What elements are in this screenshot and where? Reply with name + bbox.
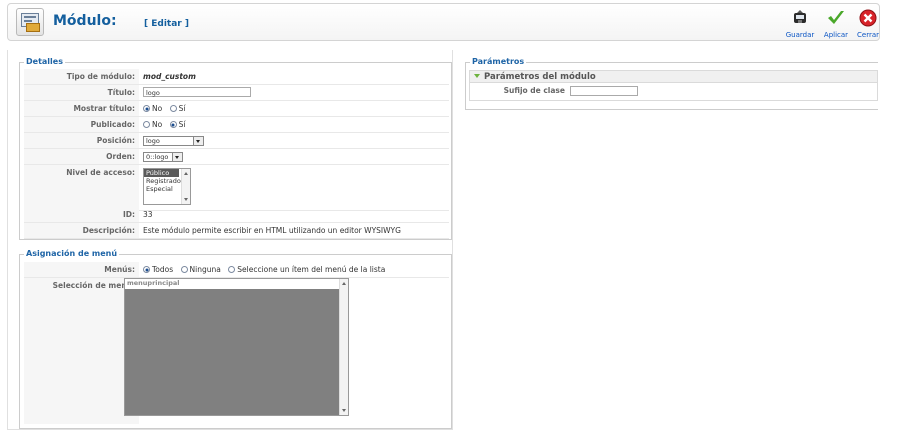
title-label: Título: xyxy=(24,85,139,100)
position-label: Posición: xyxy=(24,133,139,148)
order-row: Orden: 0::logo xyxy=(24,149,449,165)
access-row: Nivel de acceso: Público Registrado Espe… xyxy=(24,165,449,211)
menus-all-radio[interactable] xyxy=(143,266,150,273)
parameters-legend: Parámetros xyxy=(470,57,527,66)
menu-selection-scrollbar[interactable] xyxy=(339,279,348,415)
show-title-no-radio[interactable] xyxy=(143,105,150,112)
published-row: Publicado: No Sí xyxy=(24,117,449,133)
menu-selection-label: Selección de menú: xyxy=(24,278,139,424)
module-manager-icon xyxy=(16,8,44,36)
toolbar: Módulo: [ Editar ] Guardar Aplicar Cerra… xyxy=(7,3,880,41)
save-icon xyxy=(794,10,806,23)
published-label: Publicado: xyxy=(24,117,139,132)
page-subtitle: [ Editar ] xyxy=(144,19,189,29)
save-button[interactable]: Guardar xyxy=(780,8,820,40)
id-row: ID: 33 xyxy=(24,207,449,223)
module-params-pane: Sufijo de clase xyxy=(469,83,878,101)
menus-row: Menús: Todos Ninguna Seleccione un ítem … xyxy=(24,262,449,278)
title-input[interactable]: logo xyxy=(143,87,251,97)
module-type-row: Tipo de módulo: mod_custom xyxy=(24,69,449,85)
order-label: Orden: xyxy=(24,149,139,164)
menus-none-label: Ninguna xyxy=(189,265,221,274)
checkmark-icon xyxy=(828,11,844,24)
class-suffix-input[interactable] xyxy=(570,86,638,96)
position-row: Posición: logo xyxy=(24,133,449,149)
module-type-label: Tipo de módulo: xyxy=(24,69,139,84)
position-combobox[interactable]: logo xyxy=(143,136,204,146)
menus-select-radio[interactable] xyxy=(228,266,236,273)
description-label: Descripción: xyxy=(24,223,139,238)
id-label: ID: xyxy=(24,207,139,222)
title-row: Título: logo xyxy=(24,85,449,101)
show-title-label: Mostrar título: xyxy=(24,101,139,116)
class-suffix-label: Sufijo de clase xyxy=(503,86,565,95)
module-params-pane-toggle[interactable]: Parámetros del módulo xyxy=(469,70,878,83)
access-listbox[interactable]: Público Registrado Especial xyxy=(143,168,191,205)
published-no-radio[interactable] xyxy=(143,121,150,128)
details-legend: Detalles xyxy=(24,57,65,66)
close-button[interactable]: Cerrar xyxy=(850,8,886,40)
access-option[interactable]: Público xyxy=(144,169,179,177)
show-title-no-label: No xyxy=(152,104,163,113)
description-row: Descripción: Este módulo permite escribi… xyxy=(24,223,449,239)
published-no-label: No xyxy=(152,120,163,129)
close-label: Cerrar xyxy=(857,31,879,39)
menu-assignment-legend: Asignación de menú xyxy=(24,249,120,258)
menus-all-label: Todos xyxy=(152,265,174,274)
show-title-yes-radio[interactable] xyxy=(169,105,177,112)
position-value: logo xyxy=(146,137,160,145)
menus-label: Menús: xyxy=(24,262,139,277)
save-label: Guardar xyxy=(785,31,815,39)
module-type-value: mod_custom xyxy=(143,72,196,81)
menu-selection-listbox[interactable]: menuprincipal xyxy=(124,278,349,416)
published-yes-radio[interactable] xyxy=(169,121,177,128)
chevron-down-icon[interactable] xyxy=(193,137,203,145)
id-value: 33 xyxy=(143,210,153,219)
order-value: 0::logo xyxy=(146,153,169,161)
show-title-yes-label: Sí xyxy=(178,104,186,113)
module-params-pane-title: Parámetros del módulo xyxy=(484,72,596,82)
menu-selection-items[interactable] xyxy=(125,289,339,415)
description-value: Este módulo permite escribir en HTML uti… xyxy=(143,226,401,235)
show-title-row: Mostrar título: No Sí xyxy=(24,101,449,117)
access-label: Nivel de acceso: xyxy=(24,165,139,210)
close-icon xyxy=(859,9,877,27)
menu-group-header: menuprincipal xyxy=(127,279,180,287)
menus-none-radio[interactable] xyxy=(180,266,188,273)
menus-select-label: Seleccione un ítem del menú de la lista xyxy=(237,265,386,274)
order-select[interactable]: 0::logo xyxy=(143,152,183,162)
expand-triangle-icon xyxy=(474,74,480,78)
published-yes-label: Sí xyxy=(178,120,186,129)
page-title: Módulo: xyxy=(53,13,117,29)
access-scrollbar[interactable] xyxy=(181,169,190,204)
chevron-down-icon[interactable] xyxy=(172,153,182,161)
details-fieldset: Detalles Tipo de módulo: mod_custom Títu… xyxy=(19,57,452,240)
